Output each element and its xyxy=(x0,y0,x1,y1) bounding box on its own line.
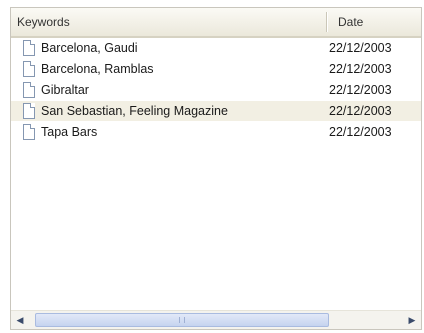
document-icon xyxy=(23,103,35,119)
item-keywords: Gibraltar xyxy=(41,83,89,97)
list-item-selected[interactable]: San Sebastian, Feeling Magazine 22/12/20… xyxy=(11,101,421,121)
horizontal-scrollbar[interactable]: ◀ ▶ xyxy=(11,310,421,329)
item-keywords: Tapa Bars xyxy=(41,125,98,139)
list-item[interactable]: Gibraltar 22/12/2003 xyxy=(11,80,421,100)
list-item[interactable]: Barcelona, Ramblas 22/12/2003 xyxy=(11,59,421,79)
scroll-left-arrow-icon[interactable]: ◀ xyxy=(11,311,29,329)
item-date: 22/12/2003 xyxy=(329,125,392,139)
grip-icon xyxy=(179,317,185,323)
item-keywords: Barcelona, Gaudi xyxy=(41,41,138,55)
scrollbar-thumb[interactable] xyxy=(35,313,329,327)
column-header-keywords[interactable]: Keywords xyxy=(11,8,327,36)
list-header: Keywords Date xyxy=(11,8,421,38)
document-icon xyxy=(23,124,35,140)
keywords-list-view: Keywords Date Barcelona, Gaudi 22/12/200… xyxy=(10,7,422,330)
scroll-right-arrow-icon[interactable]: ▶ xyxy=(403,311,421,329)
list-rows: Barcelona, Gaudi 22/12/2003 Barcelona, R… xyxy=(11,38,421,143)
list-item[interactable]: Barcelona, Gaudi 22/12/2003 xyxy=(11,38,421,58)
item-keywords: San Sebastian, Feeling Magazine xyxy=(41,104,228,118)
document-icon xyxy=(23,82,35,98)
item-date: 22/12/2003 xyxy=(329,104,392,118)
item-date: 22/12/2003 xyxy=(329,83,392,97)
item-date: 22/12/2003 xyxy=(329,62,392,76)
document-icon xyxy=(23,61,35,77)
document-icon xyxy=(23,40,35,56)
item-date: 22/12/2003 xyxy=(329,41,392,55)
column-header-date[interactable]: Date xyxy=(327,8,421,36)
list-item[interactable]: Tapa Bars 22/12/2003 xyxy=(11,122,421,142)
item-keywords: Barcelona, Ramblas xyxy=(41,62,154,76)
